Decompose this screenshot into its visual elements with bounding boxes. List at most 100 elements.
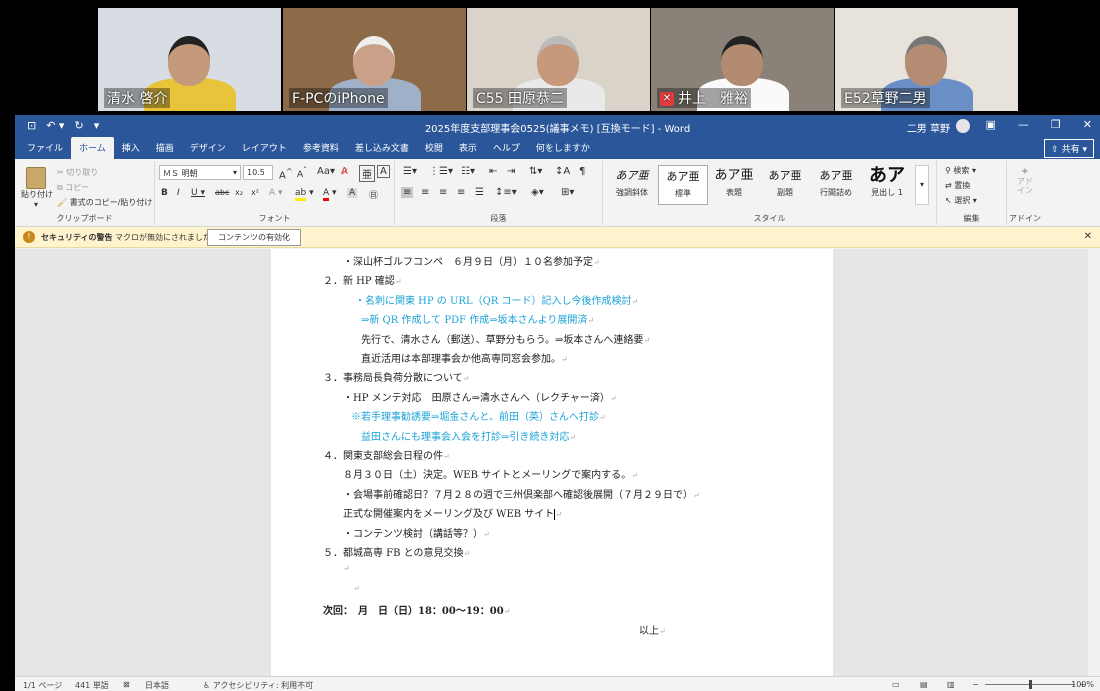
document-line[interactable]: ↵ xyxy=(343,563,350,574)
shading-icon[interactable]: ◈▾ xyxy=(531,187,544,198)
participant-video-tile[interactable]: 清水 啓介 xyxy=(98,8,281,111)
align-left-icon[interactable]: ≡ xyxy=(401,187,414,198)
participant-video-tile[interactable]: E52草野二男 xyxy=(835,8,1018,111)
web-layout-icon[interactable]: ▥ xyxy=(947,680,955,689)
font-name-select[interactable]: ＭＳ 明朝 ▾ xyxy=(159,165,241,180)
word-count[interactable]: 441 単語 xyxy=(75,680,109,691)
shrink-font-icon[interactable]: Aˇ xyxy=(297,166,307,180)
line-spacing-icon[interactable]: ↕≡▾ xyxy=(495,187,517,198)
distribute-icon[interactable]: ☰ xyxy=(475,187,484,198)
highlight-icon[interactable]: ab ▾ xyxy=(295,188,314,201)
document-line[interactable]: ２．新 HP 確認↵ xyxy=(323,272,402,287)
document-line[interactable]: ４．関東支部総会日程の件↵ xyxy=(323,447,450,462)
restore-icon[interactable]: ❐ xyxy=(1051,118,1061,131)
text-effects-icon[interactable]: A ▾ xyxy=(269,188,283,198)
multilevel-list-icon[interactable]: ☷▾ xyxy=(461,166,475,177)
document-line[interactable]: ５．都城高専 FB との意見交換↵ xyxy=(323,544,470,559)
style-option[interactable]: あア亜 強調斜体 xyxy=(607,165,657,205)
document-line[interactable]: ※若手理事勧誘要⇒堀金さんと、前田（英）さんへ打診↵ xyxy=(351,408,606,423)
character-border-icon[interactable]: A xyxy=(377,165,390,178)
superscript-button[interactable]: x² xyxy=(251,188,259,197)
justify-icon[interactable]: ≡ xyxy=(457,187,465,198)
page-count[interactable]: 1/1 ページ xyxy=(23,680,62,691)
style-option[interactable]: あア亜 標準 xyxy=(658,165,708,205)
sort-icon[interactable]: ↕A xyxy=(555,166,570,177)
italic-button[interactable]: I xyxy=(177,188,180,198)
format-painter-button[interactable]: 🖌︎ 書式のコピー/貼り付け xyxy=(57,197,152,208)
close-icon[interactable]: ✕ xyxy=(1083,118,1092,131)
enable-content-button[interactable]: コンテンツの有効化 xyxy=(207,229,301,246)
document-line[interactable]: ・深山杯ゴルフコンペ ６月９日（月）１０名参加予定↵ xyxy=(343,253,600,268)
clear-formatting-icon[interactable]: A̷ xyxy=(341,166,348,177)
text-direction-icon[interactable]: ⇅▾ xyxy=(529,166,542,177)
minimize-icon[interactable]: — xyxy=(1018,118,1029,131)
align-right-icon[interactable]: ≡ xyxy=(439,187,447,198)
participant-video-tile[interactable]: C55 田原恭二 xyxy=(467,8,650,111)
document-page[interactable]: ・深山杯ゴルフコンペ ６月９日（月）１０名参加予定↵ ２．新 HP 確認↵ ・名刺に… xyxy=(271,249,833,676)
document-line[interactable]: 次回： 月 日（日）18：00～19：00↵ xyxy=(323,602,510,617)
focus-mode-icon[interactable]: ▭ xyxy=(892,680,900,689)
ribbon-tab[interactable]: 参考資料 xyxy=(295,137,347,159)
share-button[interactable]: ⇪ 共有 ▾ xyxy=(1044,139,1094,158)
replace-button[interactable]: ⇄ 置換 xyxy=(945,180,970,191)
enclose-characters-icon[interactable]: ㊐ xyxy=(369,188,378,201)
font-size-select[interactable]: 10.5 xyxy=(243,165,273,180)
ribbon-tab[interactable]: デザイン xyxy=(182,137,234,159)
grow-font-icon[interactable]: A^ xyxy=(279,166,293,181)
document-line[interactable]: ・会場事前確認日？７月２８の週で三州倶楽部へ確認後展開（７月２９日で）↵ xyxy=(343,486,700,501)
ribbon-tab[interactable]: 差し込み文書 xyxy=(347,137,417,159)
language[interactable]: 日本語 xyxy=(145,680,169,691)
document-line[interactable]: 以上↵ xyxy=(639,622,666,637)
ribbon-tab[interactable]: 校閲 xyxy=(417,137,451,159)
ribbon-tab[interactable]: 描画 xyxy=(148,137,182,159)
document-line[interactable]: ８月３０日（土）決定。WEB サイトとメーリングで案内する。↵ xyxy=(343,466,638,481)
font-color-icon[interactable]: A ▾ xyxy=(323,188,337,201)
paste-button[interactable]: 貼り付け ▾ xyxy=(21,167,53,209)
zoom-slider-thumb[interactable] xyxy=(1029,680,1032,689)
increase-indent-icon[interactable]: ⇥ xyxy=(507,166,515,177)
participant-video-tile[interactable]: F-PCのiPhone xyxy=(283,8,466,111)
style-option[interactable]: あア亜 表題 xyxy=(709,165,759,205)
style-option[interactable]: あア亜 行間詰め xyxy=(811,165,861,205)
document-area[interactable]: ・深山杯ゴルフコンペ ６月９日（月）１０名参加予定↵ ２．新 HP 確認↵ ・名刺に… xyxy=(15,249,1100,676)
document-line[interactable]: 益田さんにも理事会入会を打診⇒引き続き対応↵ xyxy=(361,428,576,443)
ribbon-tab[interactable]: ヘルプ xyxy=(485,137,528,159)
document-line[interactable]: ・名刺に関東 HP の URL（QR コード）記入し今後作成検討↵ xyxy=(355,292,638,307)
ribbon-tab[interactable]: 挿入 xyxy=(114,137,148,159)
user-account[interactable]: 二男 草野 xyxy=(907,118,970,135)
document-line[interactable]: 正式な開催案内をメーリング及び WEB サイト↵ xyxy=(343,505,562,521)
style-option[interactable]: あア亜 副題 xyxy=(760,165,810,205)
change-case-icon[interactable]: Aa▾ xyxy=(317,166,335,177)
document-line[interactable]: 直近活用は本部理事会か他高専同窓会参加。↵ xyxy=(361,350,568,365)
addins-button[interactable]: ✦ アド イン xyxy=(1013,166,1037,195)
close-icon[interactable]: ✕ xyxy=(1084,231,1092,242)
ribbon-tab[interactable]: ホーム xyxy=(71,137,114,159)
ribbon-tab[interactable]: ファイル xyxy=(19,137,71,159)
document-line[interactable]: ・HP メンテ対応 田原さん⇒清水さんへ（レクチャー済）↵ xyxy=(343,389,617,404)
cut-button[interactable]: ✂ 切り取り xyxy=(57,167,98,178)
print-layout-icon[interactable]: ▤ xyxy=(920,680,928,689)
underline-button[interactable]: U ▾ xyxy=(191,188,205,198)
vertical-scrollbar[interactable] xyxy=(1088,249,1100,676)
find-button[interactable]: ⚲ 検索 ▾ xyxy=(945,165,976,176)
bullets-icon[interactable]: ☰▾ xyxy=(403,166,417,177)
decrease-indent-icon[interactable]: ⇤ xyxy=(489,166,497,177)
align-center-icon[interactable]: ≡ xyxy=(421,187,429,198)
copy-button[interactable]: ⧉ コピー xyxy=(57,182,89,193)
borders-icon[interactable]: ⊞▾ xyxy=(561,187,574,198)
zoom-out-icon[interactable]: − xyxy=(972,680,979,689)
participant-video-tile[interactable]: ✕ 井上 雅裕 xyxy=(651,8,834,111)
proofing-icon[interactable]: ⊠ xyxy=(123,680,130,689)
character-shading-icon[interactable]: A xyxy=(347,188,358,198)
select-button[interactable]: ↖ 選択 ▾ xyxy=(945,195,977,206)
styles-more-icon[interactable]: ▾ xyxy=(915,165,929,205)
document-line[interactable]: ↵ xyxy=(353,583,360,594)
ribbon-tab[interactable]: 表示 xyxy=(451,137,485,159)
zoom-level[interactable]: 100% xyxy=(1071,680,1094,689)
subscript-button[interactable]: x₂ xyxy=(235,188,243,197)
ribbon-tab[interactable]: レイアウト xyxy=(234,137,295,159)
strikethrough-button[interactable]: abc xyxy=(215,188,229,197)
document-line[interactable]: ３．事務局長負荷分散について↵ xyxy=(323,369,469,384)
show-marks-icon[interactable]: ¶ xyxy=(579,166,585,177)
tell-me-search[interactable]: 何をしますか xyxy=(528,137,598,159)
